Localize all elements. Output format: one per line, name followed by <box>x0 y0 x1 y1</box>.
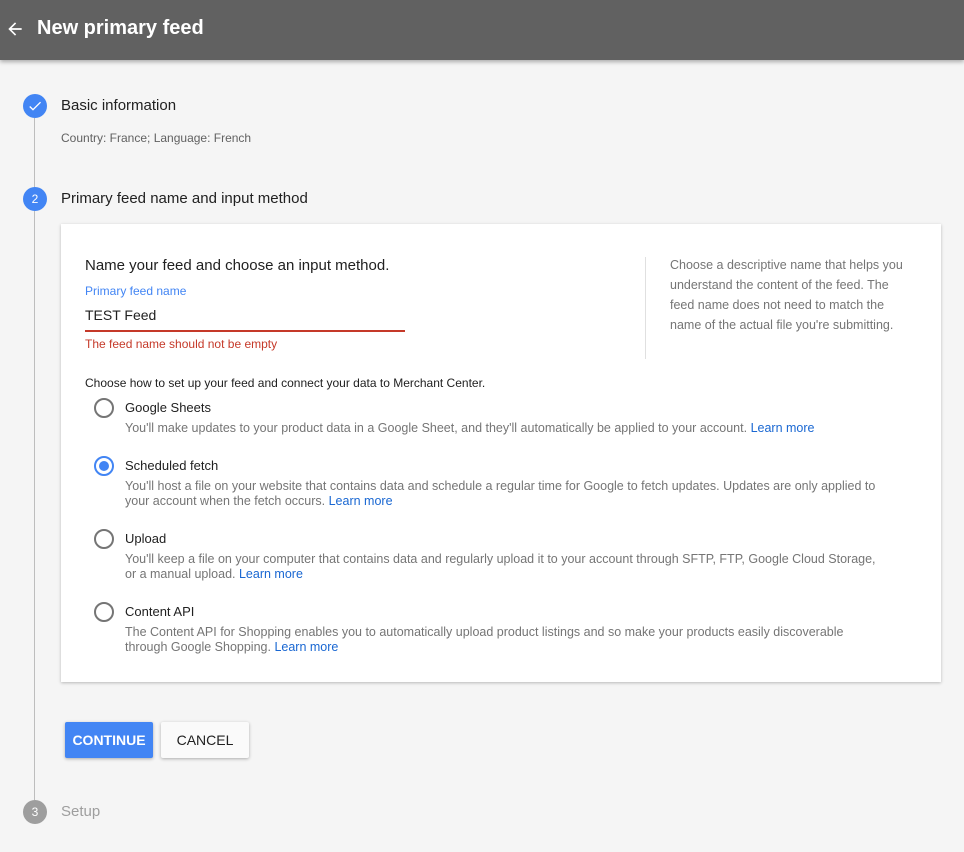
option-scheduled-fetch: Scheduled fetch You'll host a file on yo… <box>94 456 894 516</box>
option-label[interactable]: Scheduled fetch <box>125 457 218 475</box>
step-2-title: Primary feed name and input method <box>61 190 308 207</box>
option-upload: Upload You'll keep a file on your comput… <box>94 529 894 589</box>
option-description-text: You'll keep a file on your computer that… <box>125 552 876 581</box>
learn-more-link[interactable]: Learn more <box>239 567 303 581</box>
option-description-text: You'll make updates to your product data… <box>125 421 748 435</box>
option-description: You'll make updates to your product data… <box>125 421 885 436</box>
step-1-complete-indicator <box>23 94 47 118</box>
learn-more-link[interactable]: Learn more <box>751 421 815 435</box>
option-description: You'll host a file on your website that … <box>125 479 885 509</box>
step-3-indicator: 3 <box>23 800 47 824</box>
option-google-sheets: Google Sheets You'll make updates to you… <box>94 398 894 446</box>
learn-more-link[interactable]: Learn more <box>329 494 393 508</box>
radio-upload[interactable] <box>94 529 114 549</box>
feed-name-input[interactable] <box>85 304 405 332</box>
learn-more-link[interactable]: Learn more <box>274 640 338 654</box>
radio-scheduled-fetch[interactable] <box>94 456 114 476</box>
step-1-summary: Country: France; Language: French <box>61 131 252 145</box>
continue-button[interactable]: CONTINUE <box>65 722 153 758</box>
step-1-title: Basic information <box>61 97 177 114</box>
option-description: The Content API for Shopping enables you… <box>125 625 885 655</box>
radio-content-api[interactable] <box>94 602 114 622</box>
arrow-left-icon <box>8 22 22 36</box>
feed-setup-card: Name your feed and choose an input metho… <box>61 224 941 682</box>
option-description: You'll keep a file on your computer that… <box>125 552 885 582</box>
stepper-line <box>34 210 35 800</box>
check-icon <box>29 101 41 111</box>
option-content-api: Content API The Content API for Shopping… <box>94 602 894 662</box>
page-title: New primary feed <box>37 17 204 39</box>
help-divider <box>645 257 646 359</box>
help-text: Choose a descriptive name that helps you… <box>670 258 903 332</box>
option-label[interactable]: Google Sheets <box>125 399 211 417</box>
input-method-prompt: Choose how to set up your feed and conne… <box>85 376 486 390</box>
option-label[interactable]: Content API <box>125 603 194 621</box>
top-app-bar: New primary feed <box>0 0 964 60</box>
option-description-text: The Content API for Shopping enables you… <box>125 625 844 654</box>
step-3-title: Setup <box>61 803 101 820</box>
card-heading: Name your feed and choose an input metho… <box>85 257 390 274</box>
cancel-button[interactable]: CANCEL <box>161 722 249 758</box>
step-2-indicator: 2 <box>23 187 47 211</box>
option-label[interactable]: Upload <box>125 530 166 548</box>
stepper-line <box>34 118 35 188</box>
radio-google-sheets[interactable] <box>94 398 114 418</box>
back-button[interactable] <box>0 12 30 46</box>
feed-name-label: Primary feed name <box>85 284 187 298</box>
feed-name-error: The feed name should not be empty <box>85 337 278 351</box>
option-description-text: You'll host a file on your website that … <box>125 479 876 508</box>
